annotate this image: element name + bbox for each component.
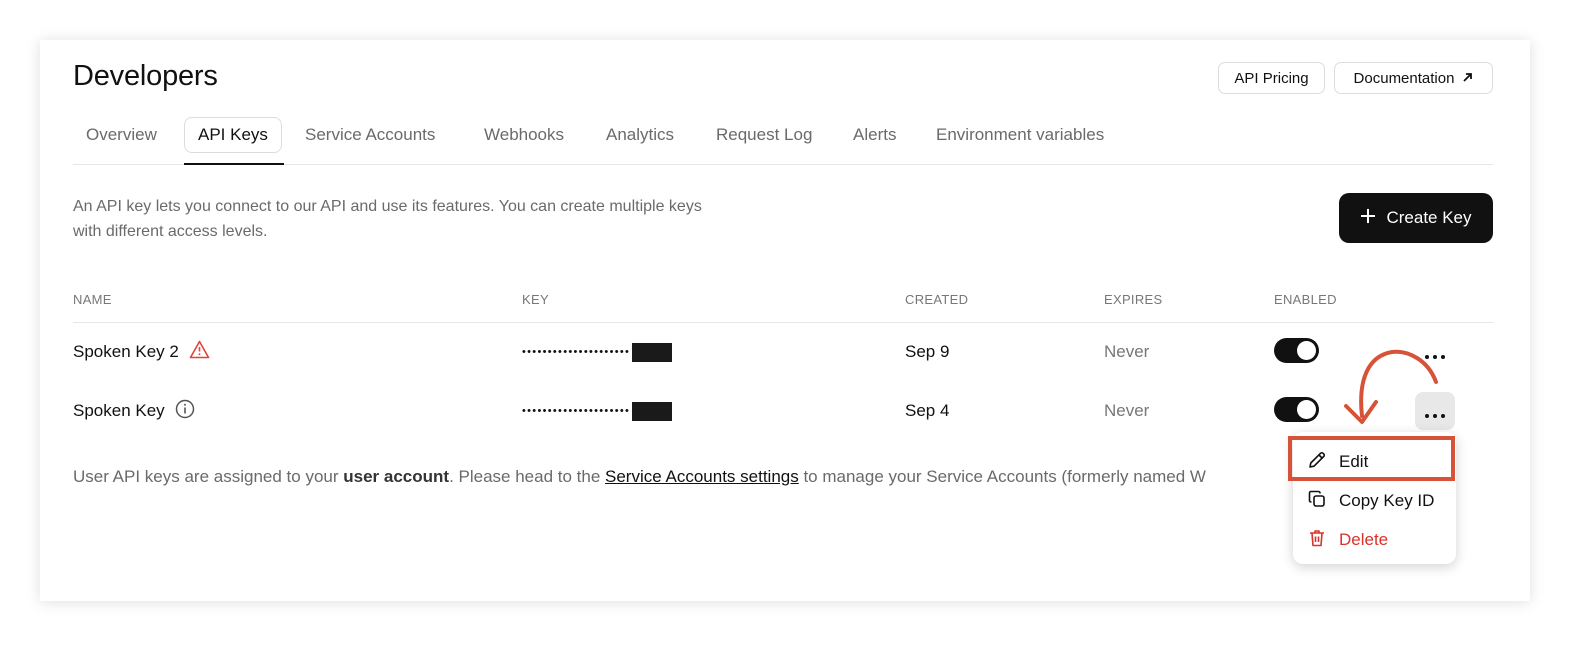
copy-icon xyxy=(1307,489,1327,514)
edit-highlight-box xyxy=(1288,436,1455,481)
redacted-key-suffix xyxy=(632,342,673,362)
warning-icon[interactable] xyxy=(189,340,210,364)
tab-service-accounts[interactable]: Service Accounts xyxy=(305,117,435,153)
footnote-prefix: User API keys are assigned to your xyxy=(73,467,344,486)
menu-item-label: Copy Key ID xyxy=(1339,491,1435,510)
active-tab-indicator xyxy=(184,163,284,165)
api-key-description: An API key lets you connect to our API a… xyxy=(73,194,833,244)
tab-bar: Overview API Keys Service Accounts Webho… xyxy=(73,117,1493,165)
create-key-label: Create Key xyxy=(1386,208,1472,227)
key-name: Spoken Key xyxy=(73,401,165,420)
enabled-toggle[interactable] xyxy=(1274,397,1319,422)
trash-icon xyxy=(1307,528,1327,553)
page-title: Developers xyxy=(73,60,218,92)
menu-item-label: Delete xyxy=(1339,530,1389,549)
description-line-2: with different access levels. xyxy=(73,223,268,240)
annotation-arrow xyxy=(1344,349,1438,424)
service-accounts-settings-link[interactable]: Service Accounts settings xyxy=(605,467,799,486)
menu-item-copy-key-id[interactable]: Copy Key ID xyxy=(1307,486,1434,516)
key-name: Spoken Key 2 xyxy=(73,342,179,361)
column-header-expires: EXPIRES xyxy=(1104,292,1163,307)
column-header-created: CREATED xyxy=(905,292,969,307)
api-pricing-button[interactable]: API Pricing xyxy=(1218,62,1325,94)
created-date: Sep 4 xyxy=(905,401,950,420)
external-link-icon xyxy=(1462,71,1473,86)
column-header-enabled: ENABLED xyxy=(1274,292,1337,307)
key-value-cell: ••••••••••••••••••••• xyxy=(522,400,673,422)
key-mask: ••••••••••••••••••••• xyxy=(522,346,631,358)
created-date: Sep 9 xyxy=(905,342,950,361)
tab-webhooks[interactable]: Webhooks xyxy=(484,117,564,153)
expires-value: Never xyxy=(1104,342,1150,361)
key-value-cell: ••••••••••••••••••••• xyxy=(522,341,673,363)
key-name-cell: Spoken Key xyxy=(73,399,195,423)
toggle-knob xyxy=(1297,400,1316,419)
redacted-key-suffix xyxy=(632,401,673,421)
toggle-knob xyxy=(1297,341,1316,360)
tab-api-keys[interactable]: API Keys xyxy=(184,117,282,153)
menu-item-delete[interactable]: Delete xyxy=(1307,525,1388,555)
column-header-key: KEY xyxy=(522,292,549,307)
footnote-bold: user account xyxy=(343,467,450,486)
key-name-cell: Spoken Key 2 xyxy=(73,340,210,364)
column-header-name: NAME xyxy=(73,292,112,307)
key-mask: ••••••••••••••••••••• xyxy=(522,405,631,417)
description-line-1: An API key lets you connect to our API a… xyxy=(73,198,702,215)
enabled-toggle[interactable] xyxy=(1274,338,1319,363)
tab-overview[interactable]: Overview xyxy=(86,117,157,153)
info-icon[interactable] xyxy=(175,399,195,424)
tab-request-log[interactable]: Request Log xyxy=(716,117,812,153)
plus-icon xyxy=(1360,208,1376,229)
table-header-divider xyxy=(73,322,1493,323)
documentation-label: Documentation xyxy=(1353,69,1455,87)
footnote-suffix: to manage your Service Accounts (formerl… xyxy=(798,467,1206,486)
tab-environment-variables[interactable]: Environment variables xyxy=(936,117,1104,153)
documentation-button[interactable]: Documentation xyxy=(1334,62,1493,94)
tab-analytics[interactable]: Analytics xyxy=(606,117,674,153)
api-pricing-label: API Pricing xyxy=(1234,69,1309,87)
developers-card: Developers API Pricing Documentation Ove… xyxy=(40,40,1530,601)
user-api-keys-note: User API keys are assigned to your user … xyxy=(73,467,1273,487)
expires-value: Never xyxy=(1104,401,1150,420)
tab-alerts[interactable]: Alerts xyxy=(853,117,896,153)
footnote-middle: . Please head to the xyxy=(449,467,606,486)
create-key-button[interactable]: Create Key xyxy=(1339,193,1493,243)
